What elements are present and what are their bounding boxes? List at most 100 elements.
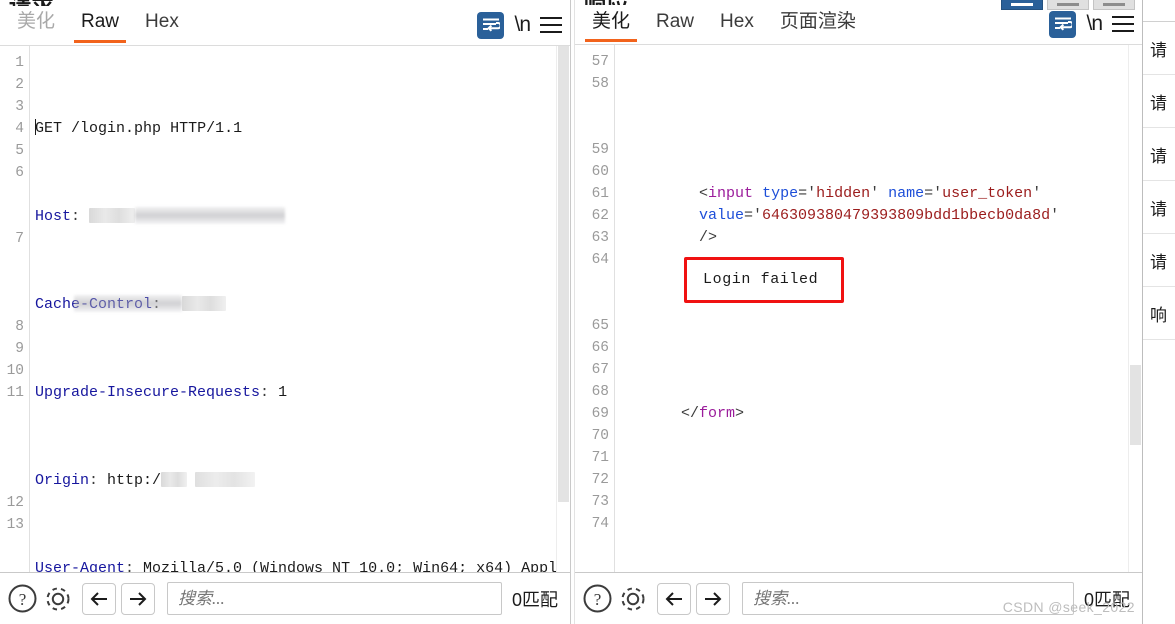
rail-list-item[interactable]: 请 xyxy=(1143,22,1175,75)
scrollbar-thumb[interactable] xyxy=(1130,364,1141,445)
line-number: 68 xyxy=(591,383,609,400)
attr-name: value xyxy=(699,206,745,224)
response-search-box[interactable] xyxy=(742,582,1074,615)
response-line-60: </form> xyxy=(681,404,745,422)
svg-text:?: ? xyxy=(594,590,602,609)
rail-list-item[interactable]: 请 xyxy=(1143,181,1175,234)
rail-list-item[interactable]: 请 xyxy=(1143,75,1175,128)
view-mode-button-1[interactable] xyxy=(1001,0,1043,10)
request-panel: 请求 美化 Raw Hex \n xyxy=(0,0,570,624)
search-next-button[interactable] xyxy=(121,582,155,615)
tab-response-render[interactable]: 页面渲染 xyxy=(769,8,867,42)
header-name: Upgrade-Insecure-Requests xyxy=(35,383,261,401)
tab-request-raw[interactable]: Raw xyxy=(70,8,130,44)
response-newline-toggle[interactable]: \n xyxy=(1086,12,1102,36)
line-number: 13 xyxy=(6,516,24,533)
search-next-button[interactable] xyxy=(696,582,730,615)
line-number-wrap: . xyxy=(4,294,24,316)
line-number-wrap: . xyxy=(579,293,609,315)
hamburger-menu-icon xyxy=(1112,16,1134,33)
line-number: 66 xyxy=(591,339,609,356)
request-line-3: Cache-Control: xyxy=(35,294,570,316)
line-number: 62 xyxy=(591,207,609,224)
line-number: 64 xyxy=(591,251,609,268)
line-number: 1 xyxy=(15,54,24,71)
request-list-rail[interactable]: 请 请 请 请 请 响 xyxy=(1142,0,1175,624)
response-word-wrap-button[interactable] xyxy=(1049,10,1077,38)
attr-name: name xyxy=(888,184,925,202)
response-tabbar: 美化 Raw Hex 页面渲染 \n xyxy=(575,5,1142,45)
request-line-2: Host: xyxy=(35,206,570,228)
rail-list-item[interactable]: 请 xyxy=(1143,234,1175,287)
toolbar-view-buttons xyxy=(1001,0,1135,10)
redaction-block xyxy=(195,472,256,488)
header-name: Host xyxy=(35,207,72,225)
header-value: 1 xyxy=(278,383,288,401)
search-input[interactable] xyxy=(751,587,1065,610)
request-line-5: Origin: http:/ xyxy=(35,470,570,492)
word-wrap-icon xyxy=(1049,10,1077,38)
line-number: 65 xyxy=(591,317,609,334)
request-code-area[interactable]: 1 2 3 4 5 6 . . 7 . . . 8 9 10 11 . . . … xyxy=(0,45,570,572)
newline-label: \n xyxy=(514,13,530,37)
request-line-6: User-Agent: Mozilla/5.0 (Windows NT 10.0… xyxy=(35,558,570,572)
request-line: GET xyxy=(35,119,63,137)
response-code-area[interactable]: 57 58 . . 59 60 61 62 63 64 . . 65 66 67… xyxy=(575,44,1142,572)
svg-text:?: ? xyxy=(19,590,27,609)
html-tag-name: input xyxy=(708,184,754,202)
view-mode-button-2[interactable] xyxy=(1047,0,1089,10)
line-number: 6 xyxy=(15,164,24,181)
tab-request-hex[interactable]: Hex xyxy=(134,8,190,42)
attr-value: user_token xyxy=(942,184,1033,202)
response-match-count: 0匹配 xyxy=(1083,589,1130,610)
response-body-text[interactable]: <input type='hidden' name='user_token' v… xyxy=(615,45,1142,572)
rail-list-item[interactable]: 请 xyxy=(1143,128,1175,181)
tab-response-hex[interactable]: Hex xyxy=(709,8,765,42)
line-number: 60 xyxy=(591,163,609,180)
response-vertical-scrollbar[interactable] xyxy=(1128,44,1142,572)
line-number: 61 xyxy=(591,185,609,202)
newline-label: \n xyxy=(1086,12,1102,36)
tab-request-beautify[interactable]: 美化 xyxy=(6,8,66,42)
tab-response-beautify[interactable]: 美化 xyxy=(581,8,641,43)
line-number: 74 xyxy=(591,515,609,532)
request-search-box[interactable] xyxy=(167,582,502,615)
line-number: 73 xyxy=(591,493,609,510)
response-menu-button[interactable] xyxy=(1112,16,1134,33)
response-line-58: <input type='hidden' name='user_token' v… xyxy=(699,184,1060,246)
search-prev-button[interactable] xyxy=(657,582,691,615)
line-number: 9 xyxy=(15,340,24,357)
rail-list-item[interactable]: 响 xyxy=(1143,287,1175,340)
help-circle-icon[interactable]: ? xyxy=(6,582,39,615)
tab-response-raw[interactable]: Raw xyxy=(645,8,705,42)
attr-value: 646309380479393809bdd1bbecb0da8d xyxy=(762,206,1051,224)
line-number: 4 xyxy=(15,120,24,137)
request-line-4: Upgrade-Insecure-Requests: 1 xyxy=(35,383,288,401)
help-circle-icon[interactable]: ? xyxy=(581,582,614,615)
line-number: 71 xyxy=(591,449,609,466)
line-number: 67 xyxy=(591,361,609,378)
request-raw-text[interactable]: GET /login.php HTTP/1.1 Host: Cache-Cont… xyxy=(30,46,570,572)
search-prev-button[interactable] xyxy=(82,582,116,615)
request-menu-button[interactable] xyxy=(540,17,562,34)
redaction-smear xyxy=(135,207,286,225)
scrollbar-thumb[interactable] xyxy=(558,45,569,502)
attr-value: hidden xyxy=(816,184,871,202)
line-number-wrap: . xyxy=(579,117,609,139)
request-newline-toggle[interactable]: \n xyxy=(514,13,530,37)
gear-icon[interactable] xyxy=(616,582,650,616)
request-line-1: GET /login.php HTTP/1.1 xyxy=(35,118,570,140)
request-vertical-scrollbar[interactable] xyxy=(556,45,570,572)
request-word-wrap-button[interactable] xyxy=(477,11,505,39)
request-path: /login.php xyxy=(71,119,162,137)
search-input[interactable] xyxy=(176,587,493,610)
line-number: 63 xyxy=(591,229,609,246)
view-mode-button-3[interactable] xyxy=(1093,0,1135,10)
gear-icon[interactable] xyxy=(41,582,75,616)
response-line-numbers: 57 58 . . 59 60 61 62 63 64 . . 65 66 67… xyxy=(575,44,615,572)
http-proxy-window: 请求 美化 Raw Hex \n xyxy=(0,0,1175,624)
html-tag-name: form xyxy=(699,404,736,422)
line-number-wrap: . xyxy=(4,272,24,294)
request-tabbar: 美化 Raw Hex \n xyxy=(0,6,570,46)
line-number-wrap: . xyxy=(4,448,24,470)
